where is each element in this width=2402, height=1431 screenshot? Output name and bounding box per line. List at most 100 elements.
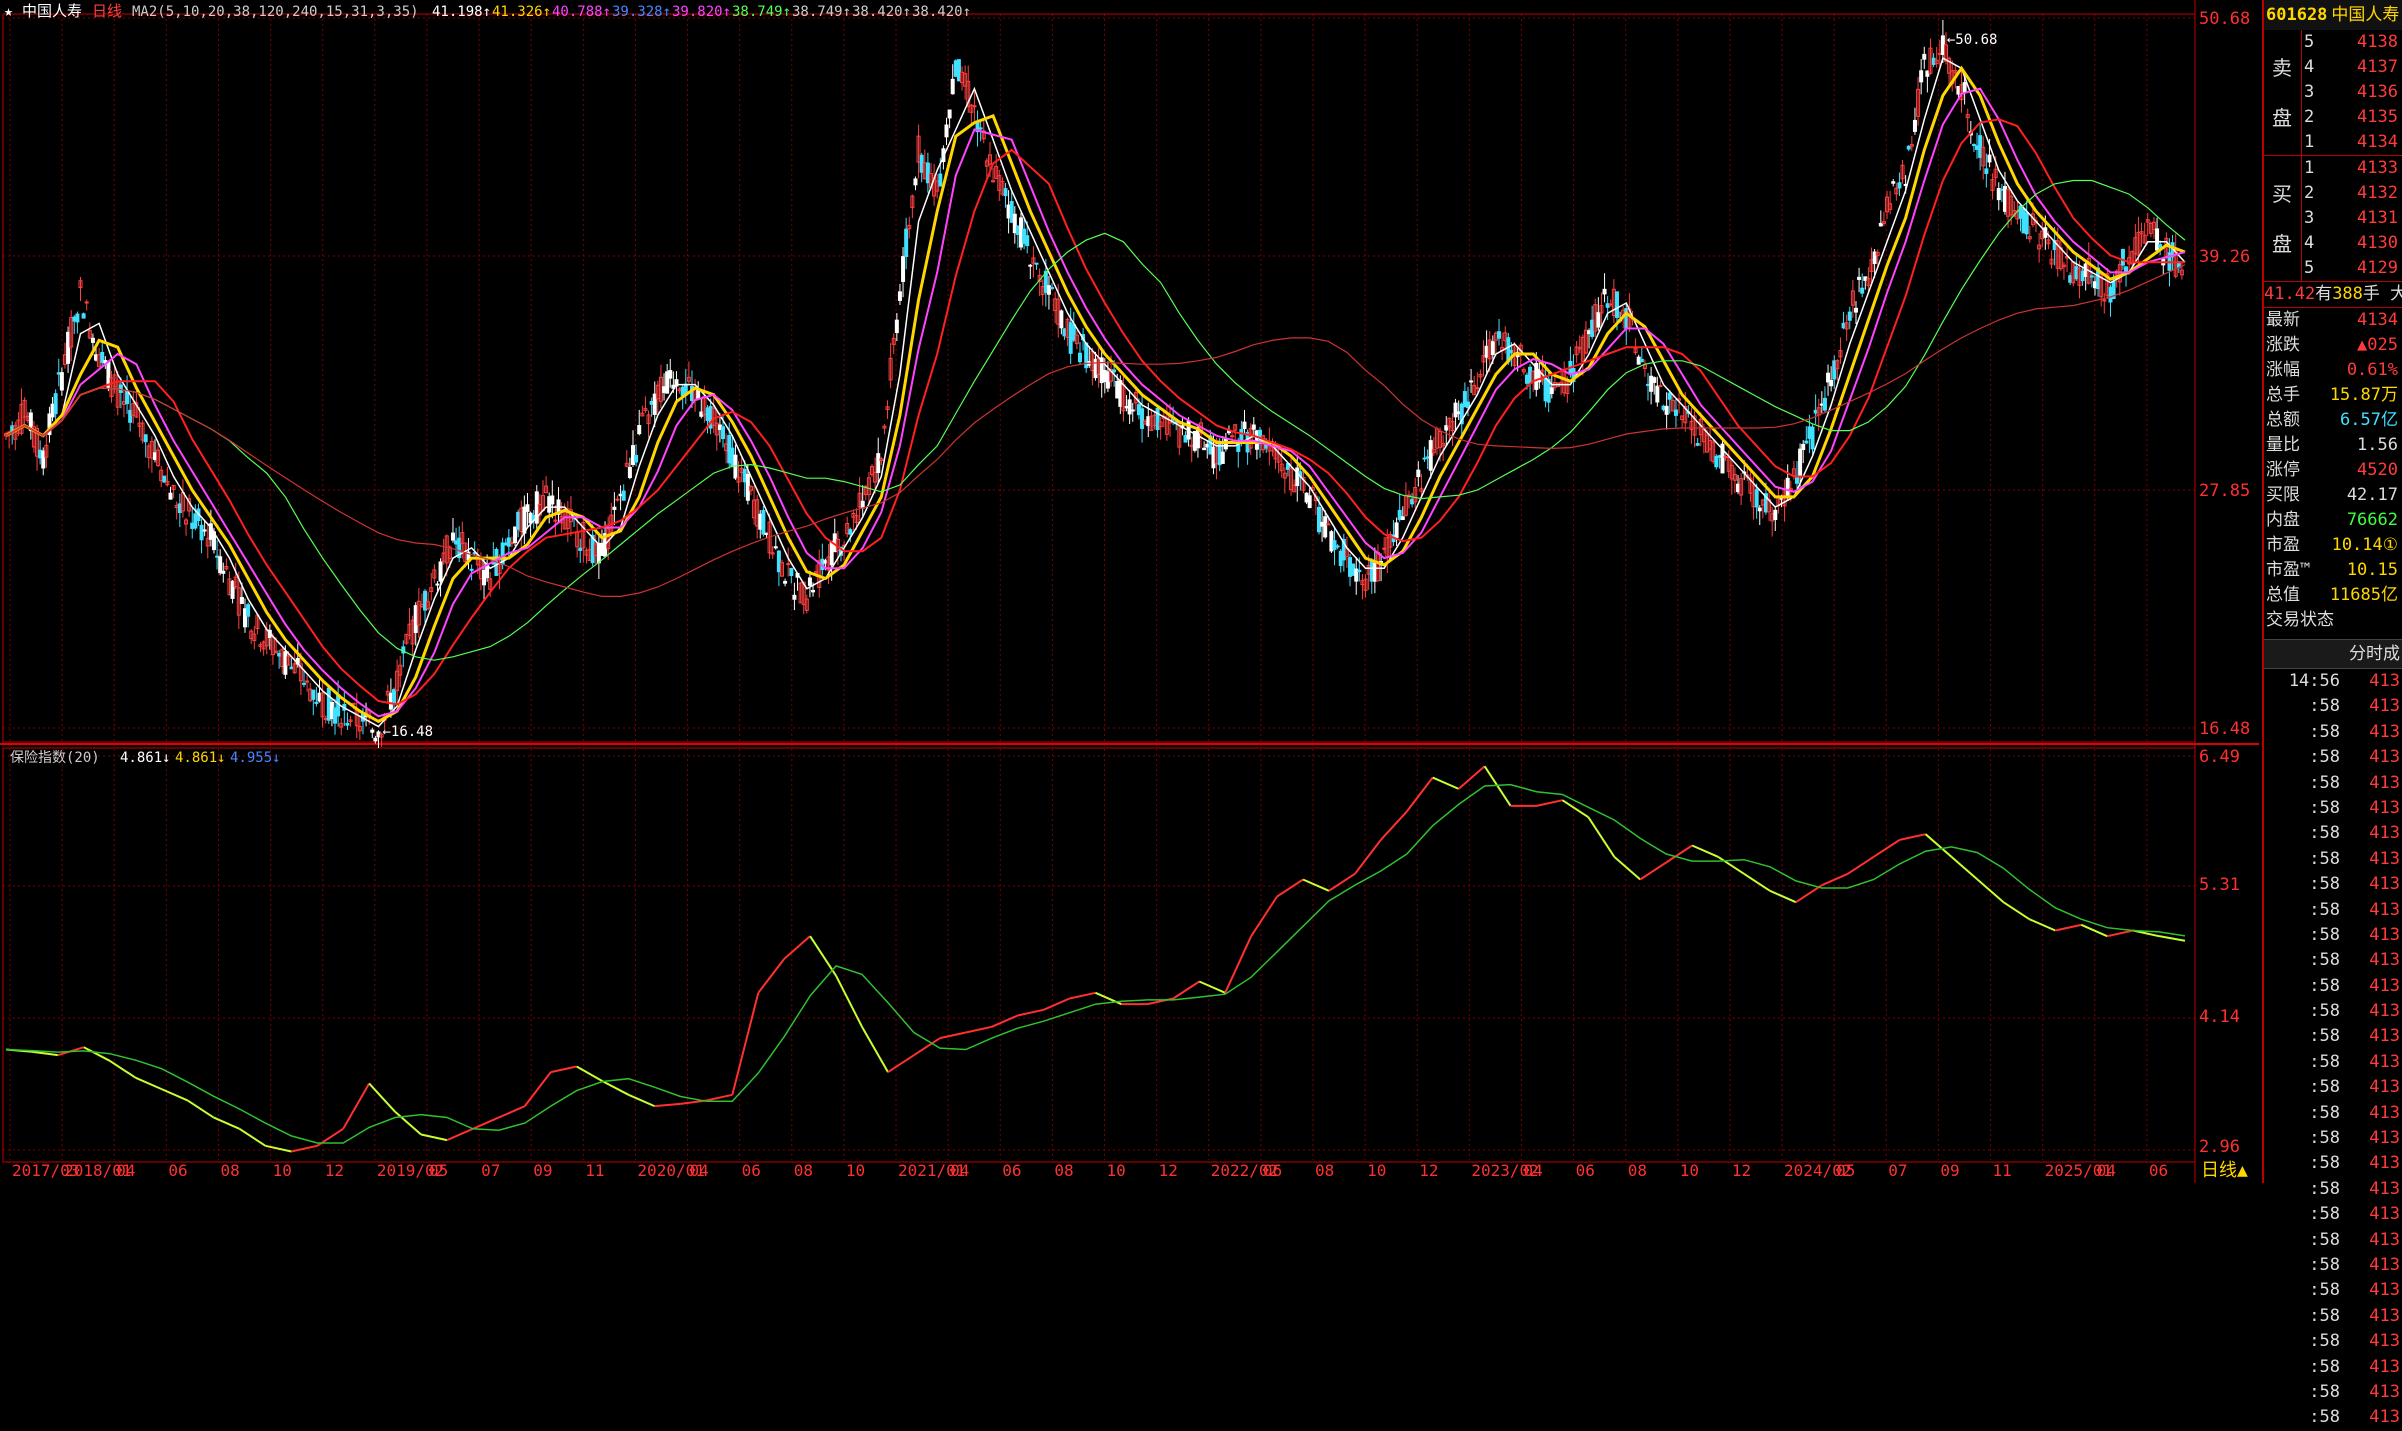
candle-body (1829, 379, 1834, 387)
chart-canvas[interactable]: 50.6839.2627.8516.486.495.314.142.962017… (0, 0, 2262, 1183)
kline-chart-area[interactable]: 50.68 39.26 27.85 16.48 6.49 5.31 4.14 2.96 2017… (0, 0, 2262, 1183)
candle-body (1826, 372, 1831, 383)
tick-row[interactable]: :58 413 (2264, 694, 2402, 719)
index-segment (1924, 833, 1953, 858)
candle-body (745, 474, 750, 501)
candle-body (1847, 311, 1852, 321)
candle-body (450, 532, 455, 541)
candle-body (1183, 435, 1188, 443)
candle-body (2021, 208, 2026, 234)
tick-row[interactable]: :58 413 (2264, 745, 2402, 770)
candle-body (2002, 186, 2007, 212)
candle-body (1919, 70, 1924, 83)
candle-body (1354, 568, 1359, 582)
candle-body (764, 532, 769, 536)
tick-row[interactable]: :58 413 (2264, 821, 2402, 846)
tick-row[interactable]: :58 413 (2264, 771, 2402, 796)
candle-body (894, 319, 899, 334)
tick-row[interactable]: :58 413 (2264, 1075, 2402, 1100)
tick-row[interactable]: :58 413 (2264, 1405, 2402, 1430)
date-axis-label: 04 (950, 1161, 969, 1180)
tick-row[interactable]: :58 413 (2264, 1151, 2402, 1176)
candle-body (1382, 547, 1387, 550)
tick-row[interactable]: :58 413 (2264, 1380, 2402, 1405)
candle-body (1857, 276, 1862, 280)
buy-level-row: 4 4130 (2304, 233, 2398, 253)
tick-row[interactable]: :58 413 (2264, 720, 2402, 745)
stat-row: 内盘 76662 (2266, 510, 2398, 530)
tick-row[interactable]: :58 413 (2264, 948, 2402, 973)
candle-body (721, 426, 726, 440)
tick-row[interactable]: :58 413 (2264, 847, 2402, 872)
tick-row[interactable]: :58 413 (2264, 796, 2402, 821)
candle-body (1497, 331, 1502, 339)
candle-body (522, 506, 527, 534)
index-segment (2055, 923, 2082, 932)
candle-body (469, 568, 474, 571)
tick-list[interactable]: 14:56 413:58 413:58 413:58 413:58 413:58 413:5… (2264, 669, 2402, 1431)
tick-row[interactable]: :58 413 (2264, 1329, 2402, 1354)
tick-row[interactable]: :58 413 (2264, 1177, 2402, 1202)
candle-body (773, 546, 778, 549)
tick-row[interactable]: :58 413 (2264, 1024, 2402, 1049)
tick-row[interactable]: :58 413 (2264, 1050, 2402, 1075)
candle-body (41, 450, 46, 469)
tick-row[interactable]: :58 413 (2264, 1126, 2402, 1151)
candle-body (631, 445, 636, 465)
candle-body (1022, 228, 1027, 244)
buy-level-row: 3 4131 (2304, 208, 2398, 228)
index-segment (342, 1082, 371, 1130)
tick-row[interactable]: :58 413 (2264, 1304, 2402, 1329)
candle-body (66, 331, 71, 364)
index-segment (1899, 833, 1926, 841)
candle-body (1863, 276, 1868, 281)
buy-level-row: 2 4132 (2304, 183, 2398, 203)
tick-row[interactable]: :58 413 (2264, 974, 2402, 999)
candle-body (978, 127, 983, 130)
sub-indicator-value: 4.955↓ (230, 750, 281, 766)
index-segment (472, 1116, 500, 1130)
stock-code: 601628 (2266, 5, 2328, 25)
candle-body (1062, 328, 1067, 337)
ticks-header[interactable]: 分时成 (2264, 639, 2402, 669)
candle-body (1304, 492, 1309, 503)
candle-body (897, 291, 902, 301)
price-axis-label: 39.26 (2199, 247, 2250, 267)
candle-body (668, 370, 673, 379)
tick-row[interactable]: :58 413 (2264, 1278, 2402, 1303)
tick-row[interactable]: :58 413 (2264, 1101, 2402, 1126)
candle-body (509, 542, 514, 545)
tick-row[interactable]: :58 413 (2264, 999, 2402, 1024)
candle-body (1714, 455, 1719, 468)
tick-row[interactable]: :58 413 (2264, 898, 2402, 923)
tick-row[interactable]: :58 413 (2264, 872, 2402, 897)
tick-row[interactable]: :58 413 (2264, 1202, 2402, 1227)
index-segment (1613, 856, 1641, 881)
date-axis-label: 08 (220, 1161, 239, 1180)
candle-body (1484, 345, 1489, 358)
candle-body (1456, 411, 1461, 415)
tick-row[interactable]: :58 413 (2264, 1355, 2402, 1380)
candle-body (1400, 516, 1405, 521)
candle-body (1667, 392, 1672, 400)
candle-body (2158, 244, 2163, 248)
candle-body (807, 577, 812, 586)
date-axis-label: 10 (273, 1161, 292, 1180)
candle-body (823, 560, 828, 564)
date-axis-label: 08 (1315, 1161, 1334, 1180)
candle-body (190, 522, 195, 529)
tick-row[interactable]: 14:56 413 (2264, 669, 2402, 694)
tick-row[interactable]: :58 413 (2264, 1253, 2402, 1278)
period-toggle-button[interactable]: 日线▲ (2201, 1160, 2248, 1181)
index-segment (135, 1076, 163, 1091)
candle-body (1605, 303, 1610, 308)
index-segment (757, 958, 786, 994)
tick-row[interactable]: :58 413 (2264, 923, 2402, 948)
candle-body (53, 393, 58, 415)
candle-body (1549, 387, 1554, 394)
quote-panel: 601628 中国人寿 卖 盘 5 4138 4 4137 3 4136 2 4135 1 4134… (2262, 0, 2402, 1427)
index-segment (991, 1014, 1019, 1028)
ma-value: 41.326↑ (492, 4, 551, 20)
candle-body (1068, 322, 1073, 354)
tick-row[interactable]: :58 413 (2264, 1228, 2402, 1253)
